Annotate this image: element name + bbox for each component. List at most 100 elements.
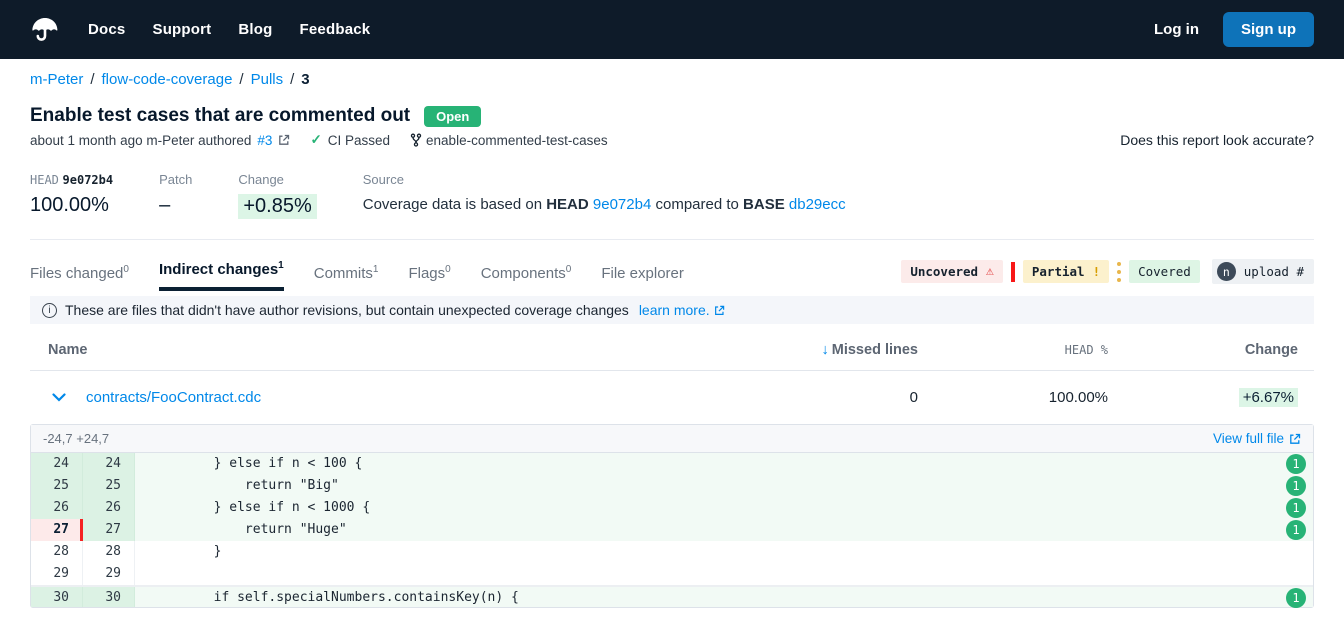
view-full-file-link[interactable]: View full file: [1213, 431, 1301, 446]
upload-coverage-badge[interactable]: 1: [1286, 476, 1306, 496]
report-accuracy-link[interactable]: Does this report look accurate?: [1120, 132, 1314, 148]
legend-partial-label: Partial: [1032, 264, 1085, 279]
patch-label: Patch: [159, 172, 192, 187]
legend-covered: Covered: [1129, 260, 1200, 283]
code-text: if self.specialNumbers.containsKey(n) {: [135, 587, 1313, 607]
old-line-number-uncovered: 27: [31, 519, 83, 541]
breadcrumb-repo[interactable]: flow-code-coverage: [102, 71, 233, 88]
codecov-logo[interactable]: [30, 16, 60, 43]
upload-coverage-badge[interactable]: 1: [1286, 520, 1306, 540]
upload-count-icon: n: [1217, 262, 1236, 281]
tab-label: Commits: [314, 265, 373, 282]
table-header-row: Name ↓Missed lines HEAD % Change: [30, 332, 1314, 371]
new-line-number: 25: [83, 475, 135, 497]
pr-number-link[interactable]: #3: [257, 133, 272, 148]
sort-descending-icon: ↓: [822, 342, 829, 358]
branch-name: enable-commented-test-cases: [426, 133, 608, 148]
change-value: +0.85%: [238, 194, 316, 219]
breadcrumb-owner[interactable]: m-Peter: [30, 71, 83, 88]
new-line-number: 27: [83, 519, 135, 541]
change-label: Change: [238, 172, 316, 187]
new-line-number: 30: [83, 587, 135, 607]
missed-lines-value: 0: [704, 389, 934, 406]
upload-coverage-badge[interactable]: 1: [1286, 588, 1306, 608]
authored-text: about 1 month ago m-Peter authored: [30, 133, 251, 148]
view-full-file-label: View full file: [1213, 431, 1284, 446]
breadcrumb: m-Peter / flow-code-coverage / Pulls / 3: [30, 71, 1314, 88]
code-line: 24 24 } else if n < 100 { 1: [31, 453, 1313, 475]
nav-link-feedback[interactable]: Feedback: [300, 21, 371, 38]
check-icon: ✓: [310, 132, 321, 148]
breadcrumb-pulls[interactable]: Pulls: [251, 71, 284, 88]
breadcrumb-pull-number: 3: [301, 71, 309, 88]
tab-indirect-changes[interactable]: Indirect changes1: [159, 260, 284, 291]
tab-components[interactable]: Components0: [481, 264, 572, 291]
code-line: 30 30 if self.specialNumbers.containsKey…: [31, 585, 1313, 607]
tab-label: Files changed: [30, 265, 123, 282]
source-base-sha-link[interactable]: db29ecc: [789, 196, 846, 213]
head-pct-value: 100.00%: [934, 389, 1124, 406]
patch-value: –: [159, 194, 192, 217]
git-branch-icon: [410, 133, 422, 147]
signup-button[interactable]: Sign up: [1223, 12, 1314, 47]
source-text-part2: compared to: [655, 196, 738, 213]
nav-link-blog[interactable]: Blog: [238, 21, 272, 38]
learn-more-link[interactable]: learn more.: [639, 302, 725, 318]
column-header-name[interactable]: Name: [30, 342, 704, 358]
info-icon: i: [42, 303, 57, 318]
head-coverage-value: 100.00%: [30, 194, 113, 217]
coverage-legend: Uncovered ⚠ Partial ! Covered n upload #: [901, 259, 1314, 291]
missed-lines-label: Missed lines: [832, 342, 918, 358]
warning-triangle-icon: ⚠: [986, 264, 994, 279]
code-text: }: [135, 541, 1313, 563]
tab-count: 1: [278, 260, 284, 271]
upload-coverage-badge[interactable]: 1: [1286, 454, 1306, 474]
nav-links: Docs Support Blog Feedback: [88, 21, 370, 38]
nav-link-docs[interactable]: Docs: [88, 21, 125, 38]
code-text: return "Huge": [135, 519, 1313, 541]
learn-more-label: learn more.: [639, 302, 710, 318]
upload-coverage-badge[interactable]: 1: [1286, 498, 1306, 518]
page-title: Enable test cases that are commented out: [30, 105, 410, 127]
code-line: 26 26 } else if n < 1000 { 1: [31, 497, 1313, 519]
head-sha: 9e072b4: [63, 173, 114, 187]
code-line: 28 28 }: [31, 541, 1313, 563]
stat-head: HEAD 9e072b4 100.00%: [30, 172, 113, 217]
source-head-sha-link[interactable]: 9e072b4: [593, 196, 651, 213]
column-header-head-pct[interactable]: HEAD %: [934, 343, 1124, 357]
upload-legend[interactable]: n upload #: [1212, 259, 1314, 284]
chevron-down-icon[interactable]: [52, 393, 66, 402]
code-line: 27 27 return "Huge" 1: [31, 519, 1313, 541]
column-header-missed-lines[interactable]: ↓Missed lines: [704, 342, 934, 358]
code-text: [135, 563, 1313, 585]
code-line: 29 29: [31, 563, 1313, 585]
stats-row: HEAD 9e072b4 100.00% Patch – Change +0.8…: [30, 172, 1314, 240]
tab-label: File explorer: [601, 265, 684, 282]
file-link[interactable]: contracts/FooContract.cdc: [86, 389, 261, 406]
old-line-number: 30: [31, 587, 83, 607]
source-label: Source: [363, 172, 846, 187]
tab-commits[interactable]: Commits1: [314, 264, 379, 291]
table-row: contracts/FooContract.cdc 0 100.00% +6.6…: [30, 371, 1314, 422]
login-link[interactable]: Log in: [1154, 21, 1199, 38]
diff-header: -24,7 +24,7 View full file: [31, 425, 1313, 453]
old-line-number: 26: [31, 497, 83, 519]
external-link-icon[interactable]: [278, 134, 290, 146]
tab-files-changed[interactable]: Files changed0: [30, 264, 129, 291]
banner-text: These are files that didn't have author …: [65, 302, 629, 318]
status-badge: Open: [424, 106, 481, 127]
tab-label: Indirect changes: [159, 261, 278, 278]
new-line-number: 29: [83, 563, 135, 585]
head-label: HEAD: [30, 173, 59, 187]
meta-row: about 1 month ago m-Peter authored #3 ✓ …: [30, 132, 1314, 148]
top-navbar: Docs Support Blog Feedback Log in Sign u…: [0, 0, 1344, 59]
tab-flags[interactable]: Flags0: [408, 264, 450, 291]
column-header-change[interactable]: Change: [1124, 342, 1314, 358]
tab-count: 0: [123, 264, 129, 275]
nav-link-support[interactable]: Support: [152, 21, 211, 38]
stat-source: Source Coverage data is based on HEAD 9e…: [363, 172, 846, 213]
tab-file-explorer[interactable]: File explorer: [601, 265, 684, 291]
branch-wrap: enable-commented-test-cases: [410, 133, 608, 148]
change-value-badge: +6.67%: [1239, 388, 1298, 407]
hunk-header: -24,7 +24,7: [43, 431, 109, 446]
